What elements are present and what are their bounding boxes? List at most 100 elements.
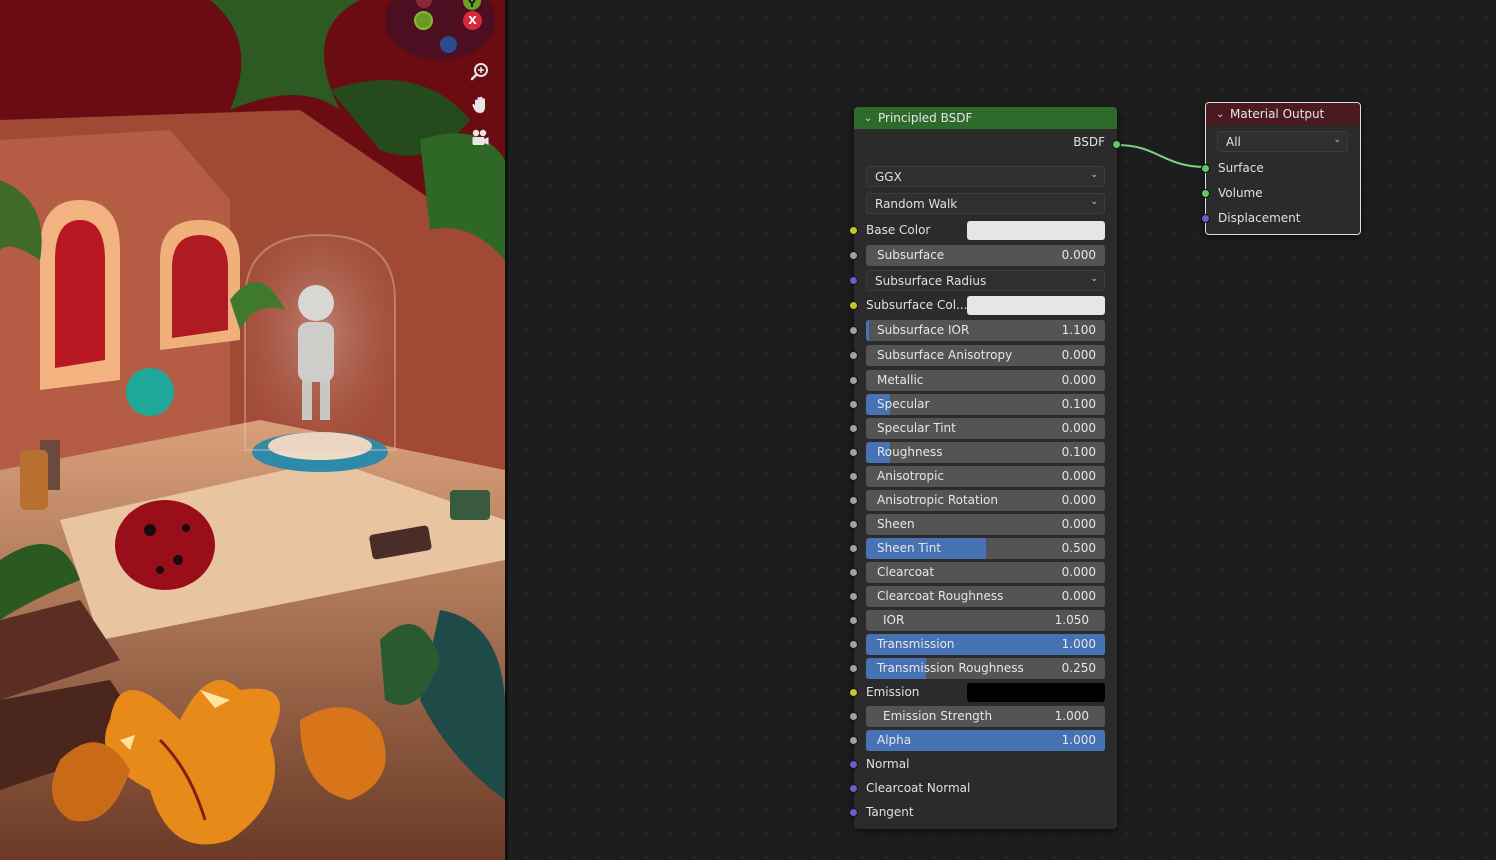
slider-label: Clearcoat [877, 565, 935, 579]
slider-label: Sheen [877, 517, 915, 531]
transmission-roughness-socket[interactable] [849, 664, 858, 673]
bsdf-to-surface-link [1116, 144, 1207, 168]
slider-value: 0.000 [1061, 373, 1096, 387]
node-title: Principled BSDF [878, 111, 973, 125]
clearcoat-roughness-socket[interactable] [849, 592, 858, 601]
pan-hand-icon[interactable] [467, 92, 493, 118]
sheen-socket[interactable] [849, 520, 858, 529]
slider-value: 0.000 [1061, 421, 1096, 435]
collapse-chevron-icon[interactable]: ⌄ [1216, 109, 1230, 120]
zoom-icon[interactable] [467, 59, 493, 85]
material-output-node[interactable]: ⌄ Material Output All ⌄ Surface Volume Dis… [1201, 102, 1362, 235]
anisotropic-rotation-slider[interactable]: Anisotropic Rotation 0.000 [866, 490, 1105, 511]
slider-label: IOR [883, 613, 905, 627]
target-value: All [1226, 134, 1241, 149]
subsurface-ior-socket[interactable] [849, 326, 858, 335]
gizmo-y-axis-dot[interactable] [414, 11, 433, 30]
slider-value: 0.000 [1061, 469, 1096, 483]
slider-value: 1.000 [1054, 709, 1089, 723]
anisotropic-slider[interactable]: Anisotropic 0.000 [866, 466, 1105, 487]
input-tangent: Tangent [849, 802, 1117, 823]
base-color-color-swatch[interactable] [967, 221, 1105, 240]
subsurface-radius-socket[interactable] [849, 276, 858, 285]
slider-value: 0.000 [1061, 517, 1096, 531]
material-output-header[interactable]: ⌄ Material Output [1206, 103, 1360, 125]
clearcoat-slider[interactable]: Clearcoat 0.000 [866, 562, 1105, 583]
gizmo-y-label: Y [468, 0, 476, 10]
shader-node-editor[interactable]: ⌄ Principled BSDF BSDF GGX ⌄ Random Walk… [508, 0, 1496, 860]
clearcoat-normal-socket[interactable] [849, 784, 858, 793]
ior-slider[interactable]: IOR 1.050 [866, 610, 1105, 631]
input-sheen: Sheen 0.000 [849, 514, 1117, 535]
gizmo-neg-x-dot[interactable] [440, 36, 457, 53]
target-dropdown[interactable]: All ⌄ [1217, 131, 1348, 152]
roughness-slider[interactable]: Roughness 0.100 [866, 442, 1105, 463]
bsdf-output-socket[interactable] [1112, 140, 1121, 149]
volume-label: Volume [1218, 186, 1263, 200]
slider-value: 0.500 [1061, 541, 1096, 555]
slider-label: Metallic [877, 373, 924, 387]
clearcoat-socket[interactable] [849, 568, 858, 577]
distribution-dropdown[interactable]: GGX ⌄ [866, 166, 1105, 187]
input-transmission: Transmission 1.000 [849, 634, 1117, 655]
base-color-socket[interactable] [849, 226, 858, 235]
subsurface-method-dropdown[interactable]: Random Walk ⌄ [866, 193, 1105, 214]
sheen-tint-slider[interactable]: Sheen Tint 0.500 [866, 538, 1105, 559]
output-input-volume: Volume [1201, 183, 1362, 204]
slider-value: 0.100 [1061, 445, 1096, 459]
chevron-down-icon: ⌄ [1090, 170, 1098, 180]
input-anisotropic-rotation: Anisotropic Rotation 0.000 [849, 490, 1117, 511]
roughness-socket[interactable] [849, 448, 858, 457]
anisotropic-rotation-socket[interactable] [849, 496, 858, 505]
subsurface-col-socket[interactable] [849, 301, 858, 310]
camera-icon[interactable] [467, 125, 493, 151]
emission-strength-slider[interactable]: Emission Strength 1.000 [866, 706, 1105, 727]
specular-socket[interactable] [849, 400, 858, 409]
subsurface-radius-dropdown[interactable]: Subsurface Radius ⌄ [866, 270, 1105, 291]
input-base-color: Base Color [849, 220, 1117, 241]
node-title: Material Output [1230, 107, 1325, 121]
displacement-socket[interactable] [1201, 214, 1210, 223]
emission-socket[interactable] [849, 688, 858, 697]
input-ior: IOR 1.050 [849, 610, 1117, 631]
metallic-socket[interactable] [849, 376, 858, 385]
input-subsurface-anisotropy: Subsurface Anisotropy 0.000 [849, 345, 1117, 366]
normal-socket[interactable] [849, 760, 858, 769]
transmission-socket[interactable] [849, 640, 858, 649]
slider-label: Specular Tint [877, 421, 956, 435]
input-clearcoat-normal: Clearcoat Normal [849, 778, 1117, 799]
3d-viewport[interactable]: X Y [0, 0, 505, 860]
volume-socket[interactable] [1201, 189, 1210, 198]
specular-tint-slider[interactable]: Specular Tint 0.000 [866, 418, 1105, 439]
alpha-socket[interactable] [849, 736, 858, 745]
transmission-roughness-slider[interactable]: Transmission Roughness 0.250 [866, 658, 1105, 679]
collapse-chevron-icon[interactable]: ⌄ [864, 113, 878, 124]
specular-tint-socket[interactable] [849, 424, 858, 433]
sheen-tint-socket[interactable] [849, 544, 858, 553]
ior-socket[interactable] [849, 616, 858, 625]
anisotropic-socket[interactable] [849, 472, 858, 481]
transmission-slider[interactable]: Transmission 1.000 [866, 634, 1105, 655]
clearcoat-roughness-slider[interactable]: Clearcoat Roughness 0.000 [866, 586, 1105, 607]
emission-color-swatch[interactable] [967, 683, 1105, 702]
subsurface-anisotropy-slider[interactable]: Subsurface Anisotropy 0.000 [866, 345, 1105, 366]
subsurface-anisotropy-socket[interactable] [849, 351, 858, 360]
slider-label: Specular [877, 397, 930, 411]
principled-bsdf-header[interactable]: ⌄ Principled BSDF [854, 107, 1117, 129]
tangent-socket[interactable] [849, 808, 858, 817]
subsurface-col-color-swatch[interactable] [967, 296, 1105, 315]
specular-slider[interactable]: Specular 0.100 [866, 394, 1105, 415]
subsurface-socket[interactable] [849, 251, 858, 260]
bsdf-output-label: BSDF [1073, 135, 1105, 149]
surface-socket[interactable] [1201, 164, 1210, 173]
input-alpha: Alpha 1.000 [849, 730, 1117, 751]
subsurface-ior-slider[interactable]: Subsurface IOR 1.100 [866, 320, 1105, 341]
sheen-slider[interactable]: Sheen 0.000 [866, 514, 1105, 535]
gizmo-x-axis-dot[interactable]: X [463, 11, 482, 30]
subsurface-col-label: Subsurface Col... [866, 298, 968, 312]
alpha-slider[interactable]: Alpha 1.000 [866, 730, 1105, 751]
metallic-slider[interactable]: Metallic 0.000 [866, 370, 1105, 391]
subsurface-slider[interactable]: Subsurface 0.000 [866, 245, 1105, 266]
principled-bsdf-node[interactable]: ⌄ Principled BSDF BSDF GGX ⌄ Random Walk… [849, 107, 1121, 829]
emission-strength-socket[interactable] [849, 712, 858, 721]
